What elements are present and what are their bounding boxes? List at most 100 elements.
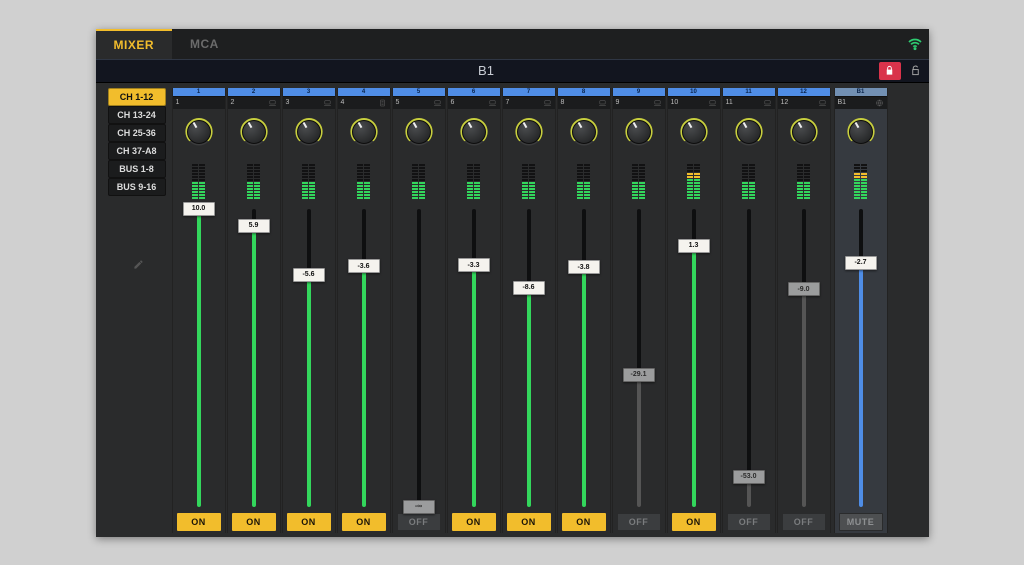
channel-number-tag: 4 bbox=[338, 88, 390, 97]
fader-cap[interactable]: -29.1 bbox=[623, 368, 655, 382]
fader-cap[interactable]: -5.6 bbox=[293, 268, 325, 282]
channel-label[interactable]: B1 bbox=[835, 97, 887, 109]
fader-track[interactable]: -53.0 bbox=[747, 209, 751, 507]
channel-on-button[interactable]: OFF bbox=[782, 513, 826, 531]
pan-knob[interactable] bbox=[680, 118, 708, 146]
main-area: CH 1-12CH 13-24CH 25-36CH 37-A8BUS 1-8BU… bbox=[96, 83, 929, 537]
channel-on-button[interactable]: ON bbox=[342, 513, 386, 531]
channel-strip: 7 7 -8.6 ON bbox=[502, 88, 556, 533]
channel-on-button[interactable]: ON bbox=[672, 513, 716, 531]
tab-mca[interactable]: MCA bbox=[172, 29, 237, 59]
pan-knob[interactable] bbox=[460, 118, 488, 146]
fader-cap[interactable]: -3.3 bbox=[458, 258, 490, 272]
channel-label[interactable]: 1 bbox=[173, 97, 225, 109]
pan-knob[interactable] bbox=[735, 118, 763, 146]
bank-button[interactable]: CH 25-36 bbox=[108, 124, 166, 142]
channel-number-tag: B1 bbox=[835, 88, 887, 97]
channel-number-tag: 2 bbox=[228, 88, 280, 97]
pan-knob[interactable] bbox=[790, 118, 818, 146]
fader-cap[interactable]: -53.0 bbox=[733, 470, 765, 484]
laptop-icon bbox=[653, 99, 662, 107]
fader-track[interactable]: 5.9 bbox=[252, 209, 256, 507]
fader-track[interactable]: -∞ bbox=[417, 209, 421, 507]
fader-cap[interactable]: -8.6 bbox=[513, 281, 545, 295]
fader-track[interactable]: -8.6 bbox=[527, 209, 531, 507]
level-meter bbox=[173, 155, 225, 199]
channel-label[interactable]: 9 bbox=[613, 97, 665, 109]
fader-track[interactable]: -5.6 bbox=[307, 209, 311, 507]
level-meter bbox=[723, 155, 775, 199]
laptop-icon bbox=[323, 99, 332, 107]
channel-label[interactable]: 8 bbox=[558, 97, 610, 109]
fader-track[interactable]: -9.0 bbox=[802, 209, 806, 507]
pan-knob[interactable] bbox=[515, 118, 543, 146]
pan-knob[interactable] bbox=[350, 118, 378, 146]
fader-track[interactable]: -3.8 bbox=[582, 209, 586, 507]
bank-button[interactable]: CH 1-12 bbox=[108, 88, 166, 106]
fader-track[interactable]: -2.7 bbox=[859, 209, 863, 507]
channel-label[interactable]: 5 bbox=[393, 97, 445, 109]
bank-button[interactable]: CH 37-A8 bbox=[108, 142, 166, 160]
bank-button[interactable]: BUS 9-16 bbox=[108, 178, 166, 196]
fader-track[interactable]: 1.3 bbox=[692, 209, 696, 507]
channel-strip: 3 3 -5.6 ON bbox=[282, 88, 336, 533]
pan-knob[interactable] bbox=[847, 118, 875, 146]
fader-track[interactable]: 10.0 bbox=[197, 209, 201, 507]
channel-strip: 9 9 -29.1 OFF bbox=[612, 88, 666, 533]
fader-track[interactable]: -3.3 bbox=[472, 209, 476, 507]
pan-knob[interactable] bbox=[405, 118, 433, 146]
channel-on-button[interactable]: ON bbox=[232, 513, 276, 531]
channel-label[interactable]: 2 bbox=[228, 97, 280, 109]
fader-cap[interactable]: -3.8 bbox=[568, 260, 600, 274]
fader-track[interactable]: -29.1 bbox=[637, 209, 641, 507]
lock-locked-icon[interactable] bbox=[879, 62, 901, 80]
laptop-icon bbox=[708, 99, 717, 107]
pan-knob[interactable] bbox=[185, 118, 213, 146]
level-meter bbox=[668, 155, 720, 199]
channel-on-button[interactable]: ON bbox=[177, 513, 221, 531]
fader-cap[interactable]: 5.9 bbox=[238, 219, 270, 233]
channel-on-button[interactable]: OFF bbox=[617, 513, 661, 531]
channel-on-button[interactable]: OFF bbox=[727, 513, 771, 531]
channel-on-button[interactable]: ON bbox=[287, 513, 331, 531]
fader-cap[interactable]: -9.0 bbox=[788, 282, 820, 296]
level-meter bbox=[503, 155, 555, 199]
channel-strip: 2 2 5.9 ON bbox=[227, 88, 281, 533]
channel-number-tag: 3 bbox=[283, 88, 335, 97]
bank-button[interactable]: BUS 1-8 bbox=[108, 160, 166, 178]
channel-label[interactable]: 10 bbox=[668, 97, 720, 109]
channel-strip: 11 11 -53.0 OFF bbox=[722, 88, 776, 533]
pan-knob[interactable] bbox=[570, 118, 598, 146]
pan-knob[interactable] bbox=[625, 118, 653, 146]
channel-label[interactable]: 12 bbox=[778, 97, 830, 109]
level-meter bbox=[558, 155, 610, 199]
mute-button[interactable]: MUTE bbox=[839, 513, 883, 531]
channel-number-tag: 7 bbox=[503, 88, 555, 97]
channel-number-tag: 12 bbox=[778, 88, 830, 97]
tab-mixer[interactable]: MIXER bbox=[96, 29, 173, 59]
channel-strip: 6 6 -3.3 ON bbox=[447, 88, 501, 533]
bank-button[interactable]: CH 13-24 bbox=[108, 106, 166, 124]
channel-on-button[interactable]: ON bbox=[562, 513, 606, 531]
channel-label[interactable]: 7 bbox=[503, 97, 555, 109]
pan-knob[interactable] bbox=[295, 118, 323, 146]
fader-track[interactable]: -3.6 bbox=[362, 209, 366, 507]
laptop-icon bbox=[763, 99, 772, 107]
fader-cap[interactable]: -3.6 bbox=[348, 259, 380, 273]
channel-label[interactable]: 4 bbox=[338, 97, 390, 109]
fader-cap[interactable]: 10.0 bbox=[183, 202, 215, 216]
fader-cap[interactable]: -2.7 bbox=[845, 256, 877, 270]
channel-on-button[interactable]: ON bbox=[507, 513, 551, 531]
fader-cap[interactable]: -∞ bbox=[403, 500, 435, 514]
edit-icon[interactable] bbox=[108, 259, 170, 270]
fader-cap[interactable]: 1.3 bbox=[678, 239, 710, 253]
channel-label[interactable]: 3 bbox=[283, 97, 335, 109]
blank-icon bbox=[213, 99, 222, 107]
channel-label[interactable]: 6 bbox=[448, 97, 500, 109]
channel-on-button[interactable]: OFF bbox=[397, 513, 441, 531]
pan-knob[interactable] bbox=[240, 118, 268, 146]
lock-unlocked-icon[interactable] bbox=[905, 62, 927, 80]
laptop-icon bbox=[543, 99, 552, 107]
channel-label[interactable]: 11 bbox=[723, 97, 775, 109]
channel-on-button[interactable]: ON bbox=[452, 513, 496, 531]
